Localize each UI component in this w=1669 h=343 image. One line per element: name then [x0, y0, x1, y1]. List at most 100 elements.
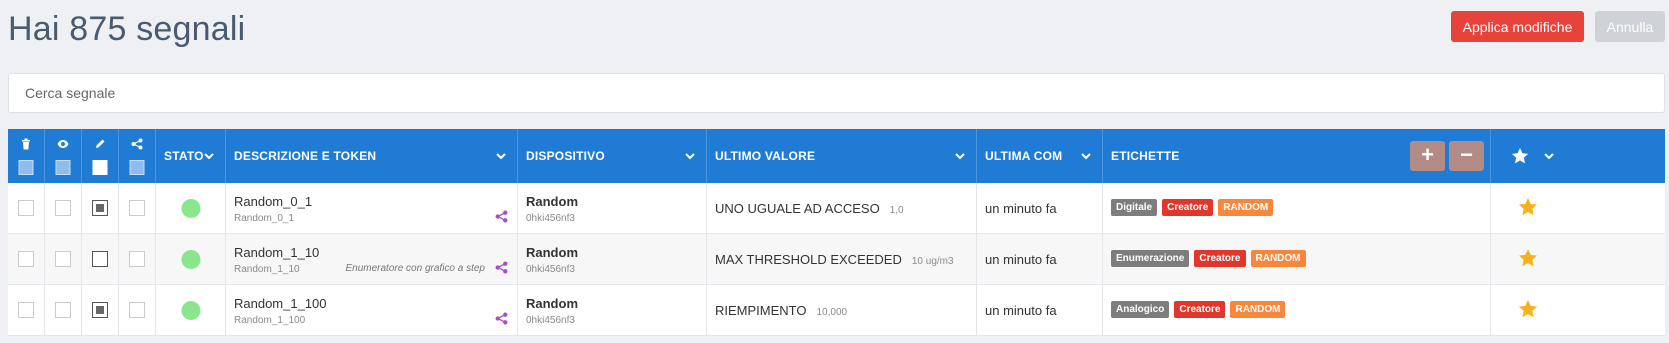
last-value: UNO UGUALE AD ACCESO 1,0 — [715, 201, 904, 216]
tag-badge[interactable]: Creatore — [1162, 199, 1214, 216]
edit-checkbox[interactable] — [92, 251, 108, 267]
header-col-share — [119, 129, 156, 183]
share-icon[interactable] — [495, 210, 508, 223]
row-tags-cell: Enumerazione Creatore RANDOM — [1103, 234, 1491, 284]
visibility-checkbox[interactable] — [55, 302, 71, 318]
trash-icon — [22, 138, 30, 150]
header-label-stato: STATO — [164, 149, 204, 163]
header-col-favorite[interactable] — [1491, 129, 1565, 183]
header-col-ultimo-valore[interactable]: ULTIMO VALORE — [707, 129, 977, 183]
select-all-visibility-checkbox[interactable] — [55, 160, 71, 175]
chevron-down-icon[interactable] — [495, 150, 507, 162]
star-icon[interactable] — [1518, 299, 1538, 319]
status-dot — [181, 301, 200, 320]
visibility-checkbox[interactable] — [55, 251, 71, 267]
signal-token: Random_1_10 — [234, 264, 300, 275]
chevron-down-icon[interactable] — [684, 150, 696, 162]
share-icon — [131, 138, 143, 150]
add-tag-button[interactable]: + — [1410, 141, 1445, 171]
tag-badge[interactable]: Creatore — [1174, 301, 1226, 318]
chevron-down-icon[interactable] — [203, 150, 215, 162]
row-favorite-cell — [1491, 285, 1565, 335]
signals-table: STATO DESCRIZIONE E TOKEN DISPOSITIVO UL… — [8, 129, 1665, 336]
edit-checkbox[interactable] — [92, 302, 108, 318]
tag-badge[interactable]: Creatore — [1194, 250, 1246, 267]
last-value-unit: 10,000 — [816, 307, 848, 318]
delete-checkbox[interactable] — [18, 251, 34, 267]
table-row[interactable]: Random_0_1 Random_0_1 Random 0hki456nf3 … — [8, 183, 1665, 234]
tag-list: Enumerazione Creatore RANDOM — [1111, 250, 1306, 267]
device-name[interactable]: Random — [526, 194, 578, 209]
signals-page: Hai 875 segnali Applica modifiche Annull… — [0, 0, 1669, 343]
pencil-icon — [96, 139, 105, 148]
search-input[interactable] — [8, 73, 1665, 113]
device-name[interactable]: Random — [526, 245, 578, 260]
header-col-edit — [82, 129, 119, 183]
table-row[interactable]: Random_1_100 Random_1_100 Random 0hki456… — [8, 285, 1665, 336]
share-icon[interactable] — [495, 261, 508, 274]
chevron-down-icon[interactable] — [1080, 150, 1092, 162]
header-col-etichette: ETICHETTE + − — [1103, 129, 1491, 183]
row-value-cell: MAX THRESHOLD EXCEEDED 10 ug/m3 — [707, 234, 977, 284]
device-id: 0hki456nf3 — [526, 315, 575, 326]
star-icon[interactable] — [1511, 147, 1529, 165]
row-device-cell: Random 0hki456nf3 — [518, 234, 707, 284]
chevron-down-icon[interactable] — [954, 150, 966, 162]
signal-name[interactable]: Random_1_10 — [234, 245, 319, 260]
remove-tag-button[interactable]: − — [1449, 141, 1484, 171]
device-name[interactable]: Random — [526, 296, 578, 311]
row-share-cell — [119, 234, 156, 284]
last-communication: un minuto fa — [985, 303, 1057, 318]
last-value-unit: 10 ug/m3 — [911, 256, 954, 267]
delete-checkbox[interactable] — [18, 302, 34, 318]
last-value-unit: 1,0 — [889, 205, 904, 216]
header-col-dispositivo[interactable]: DISPOSITIVO — [518, 129, 707, 183]
share-checkbox[interactable] — [129, 302, 145, 318]
select-all-share-checkbox[interactable] — [129, 160, 145, 175]
header-col-stato[interactable]: STATO — [156, 129, 226, 183]
header-col-ultima-com[interactable]: ULTIMA COM — [977, 129, 1103, 183]
cancel-button[interactable]: Annulla — [1595, 11, 1665, 42]
tag-badge[interactable]: Enumerazione — [1111, 250, 1190, 267]
delete-checkbox[interactable] — [18, 200, 34, 216]
last-value-text: MAX THRESHOLD EXCEEDED — [715, 252, 902, 267]
table-row[interactable]: Random_1_10 Random_1_10 Enumeratore con … — [8, 234, 1665, 285]
row-status-cell — [156, 234, 226, 284]
tag-badge[interactable]: Digitale — [1111, 199, 1158, 216]
tag-badge[interactable]: RANDOM — [1218, 199, 1274, 216]
signal-token: Random_1_100 — [234, 315, 306, 326]
tag-badge[interactable]: Analogico — [1111, 301, 1170, 318]
last-value: MAX THRESHOLD EXCEEDED 10 ug/m3 — [715, 252, 954, 267]
row-value-cell: RIEMPIMENTO 10,000 — [707, 285, 977, 335]
header-label-etichette: ETICHETTE — [1111, 149, 1180, 163]
select-all-delete-checkbox[interactable] — [18, 160, 34, 175]
row-edit-cell — [82, 234, 119, 284]
share-icon[interactable] — [495, 312, 508, 325]
star-icon[interactable] — [1518, 197, 1538, 217]
share-checkbox[interactable] — [129, 200, 145, 216]
row-favorite-cell — [1491, 183, 1565, 233]
last-communication: un minuto fa — [985, 252, 1057, 267]
tag-badge[interactable]: RANDOM — [1250, 250, 1306, 267]
tag-list: Digitale Creatore RANDOM — [1111, 199, 1274, 216]
eye-icon — [57, 140, 69, 148]
apply-changes-button[interactable]: Applica modifiche — [1451, 11, 1584, 42]
visibility-checkbox[interactable] — [55, 200, 71, 216]
row-value-cell: UNO UGUALE AD ACCESO 1,0 — [707, 183, 977, 233]
row-description-cell: Random_1_10 Random_1_10 Enumeratore con … — [226, 234, 518, 284]
select-all-edit-checkbox[interactable] — [92, 160, 108, 175]
tag-list: Analogico Creatore RANDOM — [1111, 301, 1286, 318]
header-label-ultimo-valore: ULTIMO VALORE — [715, 149, 816, 163]
signal-name[interactable]: Random_0_1 — [234, 194, 312, 209]
status-dot — [181, 250, 200, 269]
signal-name[interactable]: Random_1_100 — [234, 296, 327, 311]
edit-checkbox[interactable] — [92, 200, 108, 216]
row-delete-cell — [8, 183, 45, 233]
signal-token: Random_0_1 — [234, 213, 295, 224]
share-checkbox[interactable] — [129, 251, 145, 267]
chevron-down-icon[interactable] — [1543, 150, 1555, 162]
header-col-descrizione[interactable]: DESCRIZIONE E TOKEN — [226, 129, 518, 183]
header-label-descrizione: DESCRIZIONE E TOKEN — [234, 149, 377, 163]
star-icon[interactable] — [1518, 248, 1538, 268]
tag-badge[interactable]: RANDOM — [1230, 301, 1286, 318]
